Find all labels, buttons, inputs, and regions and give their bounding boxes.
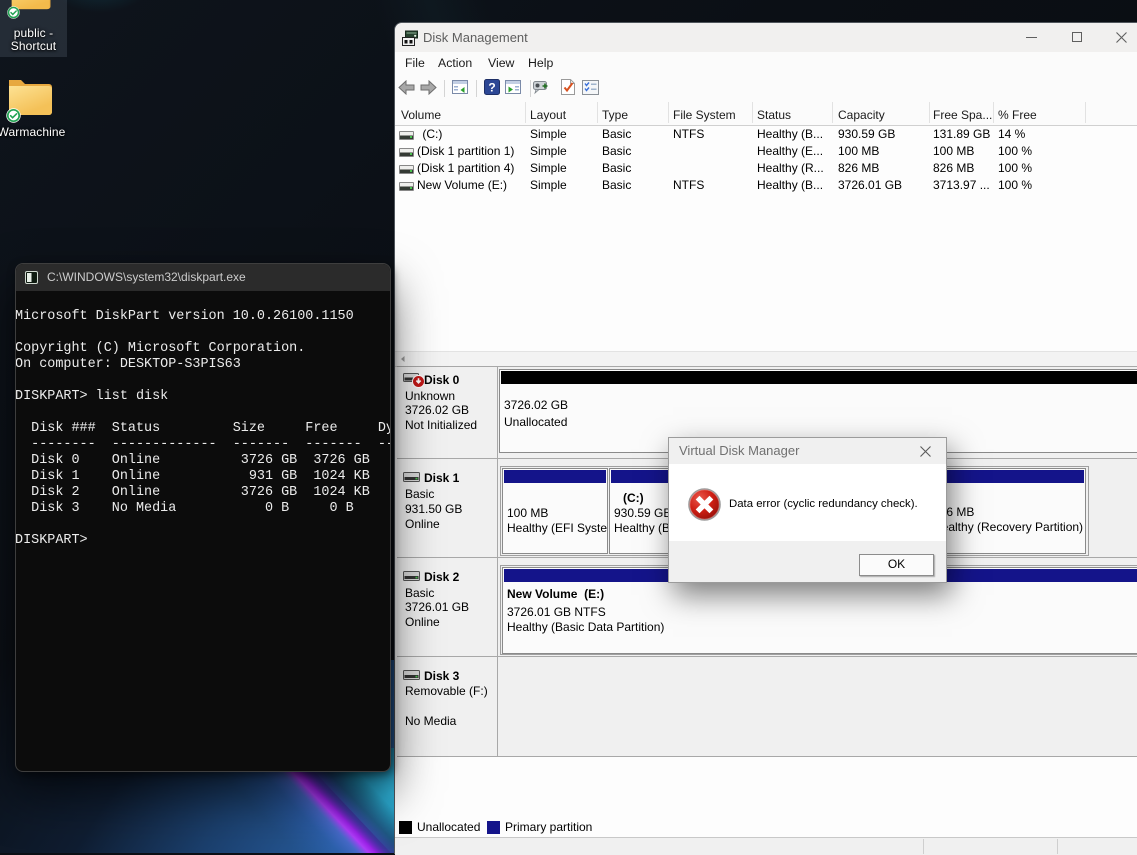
svg-text:?: ? <box>488 81 495 95</box>
